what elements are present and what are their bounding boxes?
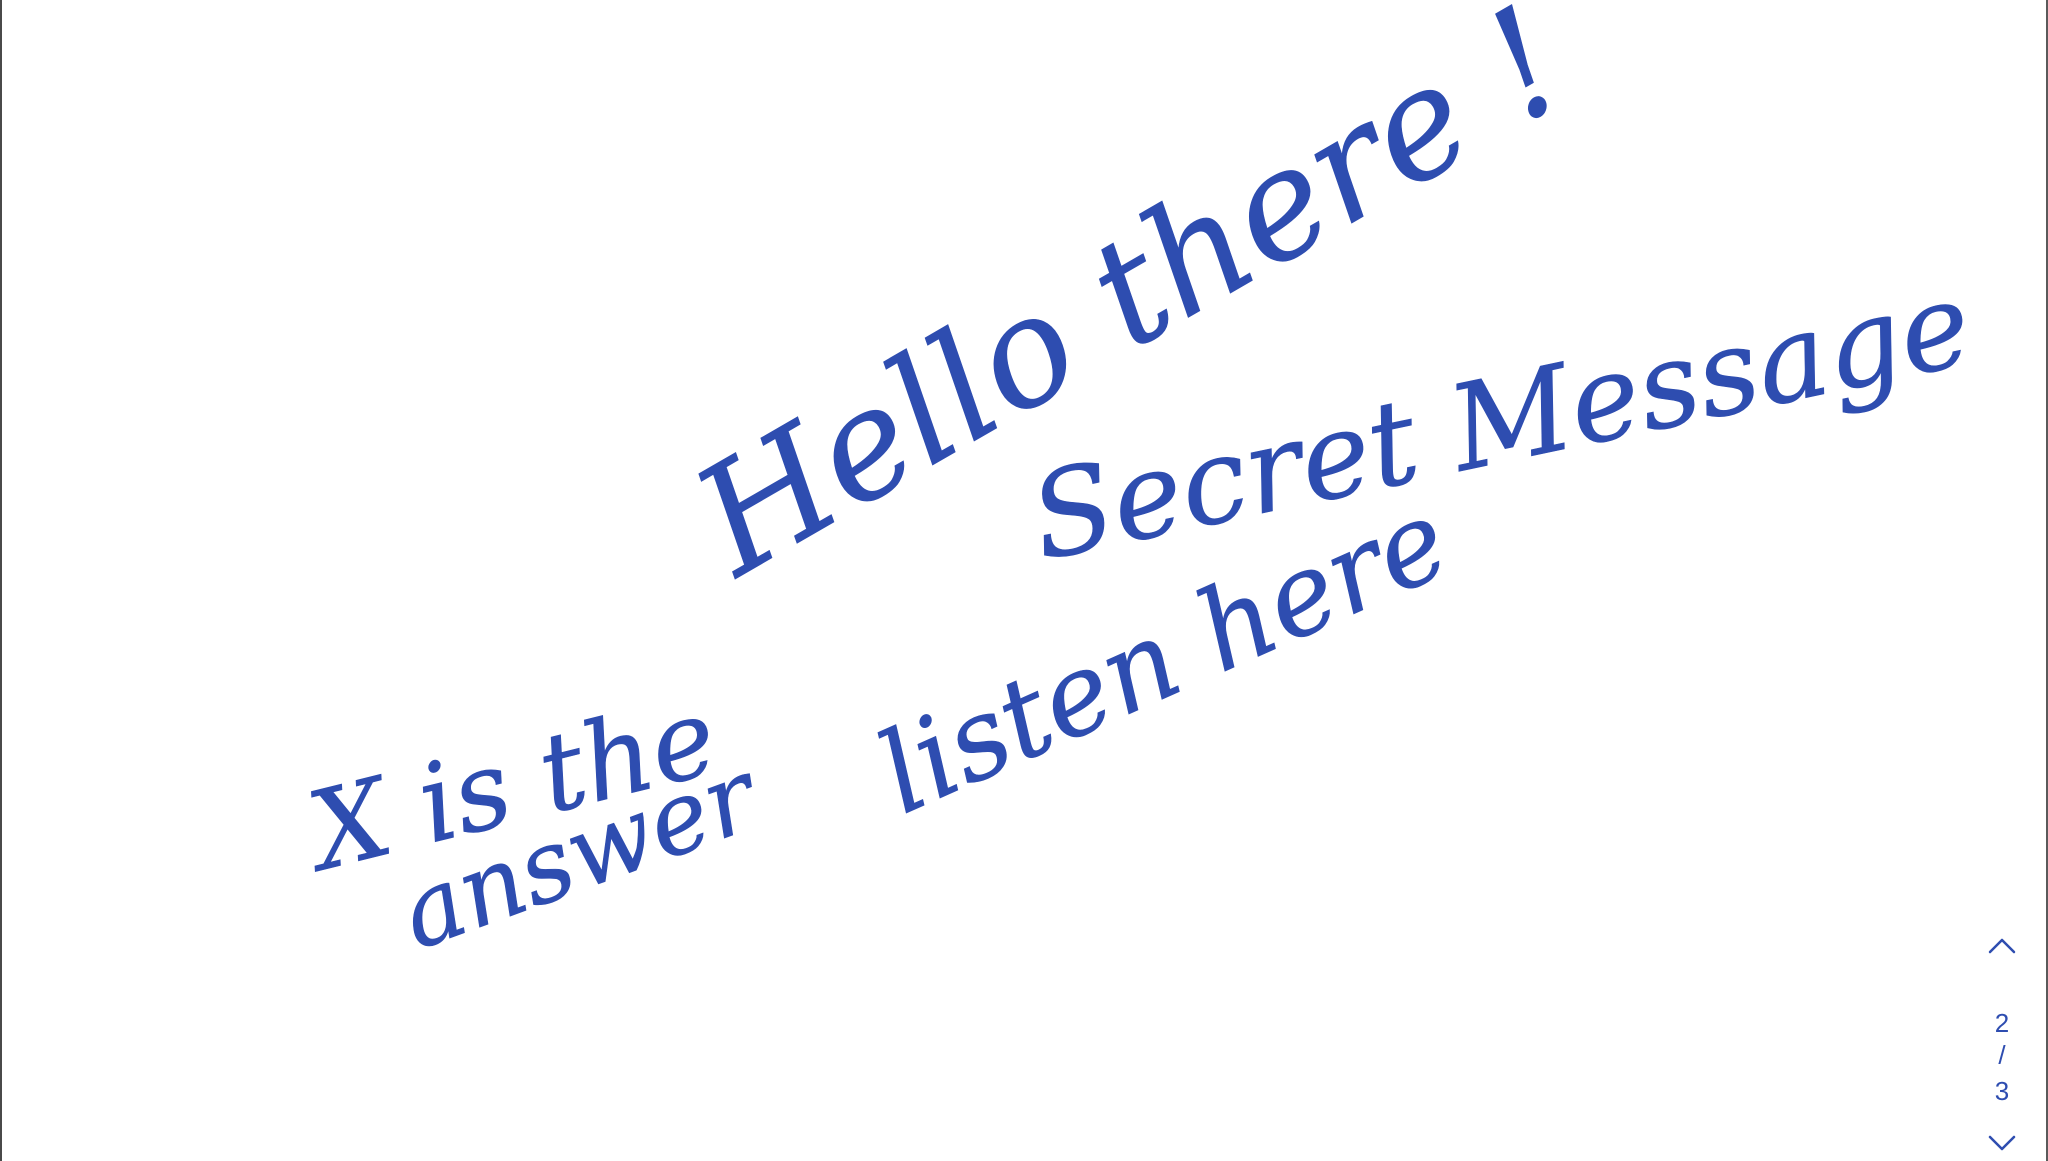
current-page-number: 2 <box>1994 1008 2010 1038</box>
ink-layer: Hello there ! Secret Message listen here… <box>291 0 1983 973</box>
next-page-button[interactable] <box>1984 1125 2020 1161</box>
chevron-down-icon <box>1988 1135 2016 1151</box>
chevron-up-icon <box>1988 938 2016 954</box>
page-separator: / <box>1998 1040 2006 1070</box>
previous-page-button[interactable] <box>1984 928 2020 964</box>
total-pages-number: 3 <box>1994 1076 2010 1106</box>
handwriting-canvas[interactable]: Hello there ! Secret Message listen here… <box>0 0 2048 1161</box>
page-navigator: 2 / 3 <box>1962 920 2042 1161</box>
